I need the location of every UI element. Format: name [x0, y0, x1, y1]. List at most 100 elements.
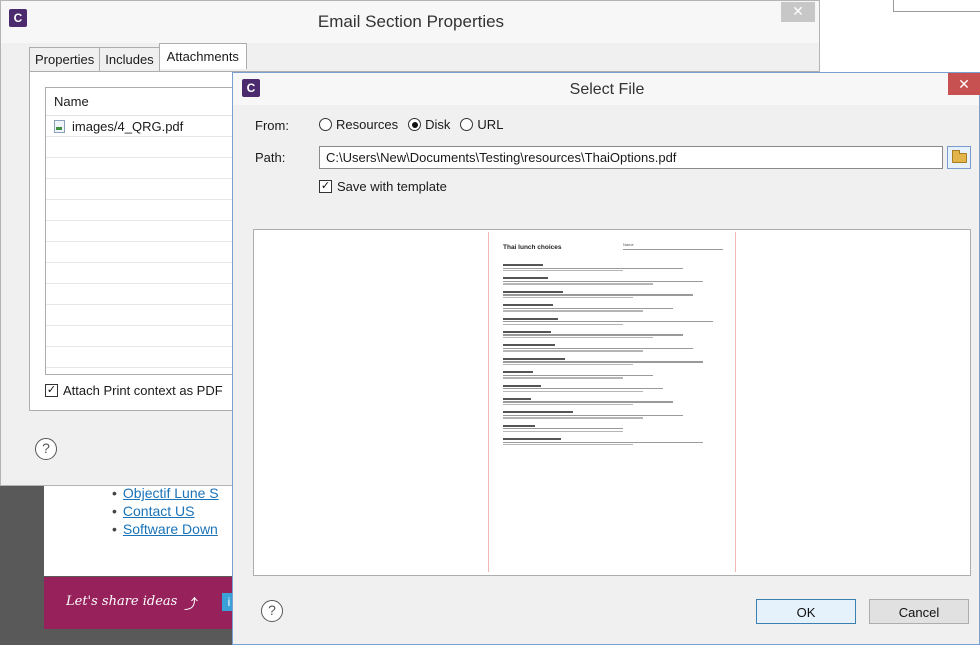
radio-disk[interactable] [408, 118, 422, 131]
select-dialog-title: Select File [569, 81, 645, 98]
preview-line [503, 264, 543, 266]
list-item-empty [46, 242, 240, 263]
source-option-disk[interactable]: Disk [408, 117, 450, 132]
ok-button[interactable]: OK [756, 599, 856, 624]
list-item-empty [46, 200, 240, 221]
link-item[interactable]: • Contact US [112, 502, 219, 520]
path-label: Path: [255, 150, 286, 165]
close-icon: ✕ [792, 3, 804, 19]
save-with-template-checkbox[interactable]: ✓ [319, 180, 332, 193]
preview-line [503, 430, 623, 433]
list-header-name[interactable]: Name [46, 88, 240, 116]
preview-document-page: Thai lunch choices Name [488, 232, 736, 572]
preview-line [503, 296, 633, 299]
preview-line [503, 404, 633, 406]
preview-line [503, 441, 703, 443]
preview-line [503, 363, 633, 366]
preview-line [503, 290, 563, 293]
preview-line [503, 397, 531, 400]
preview-line [503, 390, 643, 392]
preview-section [503, 304, 723, 312]
folder-open-icon [952, 150, 967, 163]
source-option-url[interactable]: URL [460, 117, 503, 132]
link-item[interactable]: • Objectif Lune S [112, 484, 219, 502]
source-option-resources[interactable]: Resources [319, 117, 398, 132]
help-icon[interactable]: ? [261, 600, 283, 622]
link-contact-us[interactable]: Contact US [123, 503, 195, 519]
radio-url-label: URL [477, 117, 504, 132]
link-item[interactable]: • Software Down [112, 520, 219, 538]
radio-resources[interactable] [319, 118, 332, 131]
background-link-list: • Objectif Lune S • Contact US • Software D… [112, 484, 219, 538]
preview-line [503, 384, 541, 387]
list-item-empty [46, 221, 240, 242]
tab-attachments[interactable]: Attachments [158, 43, 247, 69]
file-preview: Thai lunch choices Name [253, 229, 971, 576]
share-ideas-banner[interactable]: Let's share ideas ⤴ i [44, 577, 244, 629]
preview-line [503, 371, 533, 374]
link-objectif-lune[interactable]: Objectif Lune S [123, 485, 219, 501]
banner-text: Let's share ideas [66, 594, 178, 609]
preview-line [503, 283, 653, 285]
cancel-button[interactable]: Cancel [869, 599, 969, 624]
preview-section [503, 344, 723, 352]
preview-line [503, 270, 623, 272]
preview-section [503, 290, 723, 299]
preview-line [503, 307, 673, 309]
list-item-empty [46, 137, 240, 158]
preview-section [503, 330, 723, 339]
attach-print-checkbox[interactable]: ✓ [45, 383, 58, 397]
preview-section [503, 264, 723, 272]
preview-line [503, 317, 558, 320]
attach-print-context-option[interactable]: ✓ Attach Print context as PDF [45, 381, 223, 399]
preview-line [503, 438, 561, 441]
list-item-empty [46, 284, 240, 305]
list-item-empty [46, 179, 240, 200]
tab-properties[interactable]: Properties [29, 47, 101, 71]
email-tab-strip: Properties Includes Attachments [29, 43, 247, 71]
preview-line [503, 401, 673, 403]
attachments-list[interactable]: Name images/4_QRG.pdf [45, 87, 241, 375]
radio-url[interactable] [460, 118, 474, 131]
list-item[interactable]: images/4_QRG.pdf [46, 116, 240, 137]
preview-doc-title: Thai lunch choices [503, 244, 562, 251]
help-icon[interactable]: ? [35, 438, 57, 460]
list-item-empty [46, 263, 240, 284]
list-item-empty [46, 326, 240, 347]
preview-line [503, 388, 663, 390]
pdf-file-icon [54, 120, 65, 133]
preview-section [503, 277, 723, 285]
email-window-titlebar[interactable]: C Email Section Properties ✕ [1, 1, 819, 43]
attachment-filename: images/4_QRG.pdf [72, 119, 184, 134]
select-dialog-titlebar[interactable]: C Select File ✕ [233, 73, 980, 105]
select-file-dialog: C Select File ✕ From: Resources Disk URL… [232, 72, 980, 645]
preview-line [503, 377, 623, 379]
link-software-downloads[interactable]: Software Down [123, 521, 218, 537]
email-window-close-button[interactable]: ✕ [781, 2, 815, 22]
arrow-icon: ⤴ [184, 596, 198, 612]
preview-line [503, 294, 693, 296]
preview-line [503, 323, 623, 325]
radio-resources-label: Resources [336, 117, 399, 132]
preview-line [503, 337, 653, 339]
preview-line [503, 344, 555, 347]
list-item-empty [46, 158, 240, 179]
select-dialog-close-button[interactable]: ✕ [948, 73, 980, 95]
path-input[interactable] [319, 146, 943, 169]
preview-line [503, 428, 623, 430]
preview-line [503, 277, 548, 280]
preview-section [503, 371, 723, 379]
preview-line [503, 424, 535, 427]
browse-button[interactable] [947, 146, 971, 169]
preview-line [503, 310, 643, 312]
list-item-empty [46, 305, 240, 326]
preview-section [503, 357, 723, 366]
tab-includes[interactable]: Includes [99, 47, 160, 71]
preview-section [503, 317, 723, 325]
background-page-border [893, 0, 980, 12]
preview-line [503, 417, 643, 419]
preview-line [503, 267, 683, 269]
preview-section [503, 411, 723, 419]
save-with-template-option[interactable]: ✓ Save with template [319, 179, 447, 194]
preview-section [503, 397, 723, 406]
